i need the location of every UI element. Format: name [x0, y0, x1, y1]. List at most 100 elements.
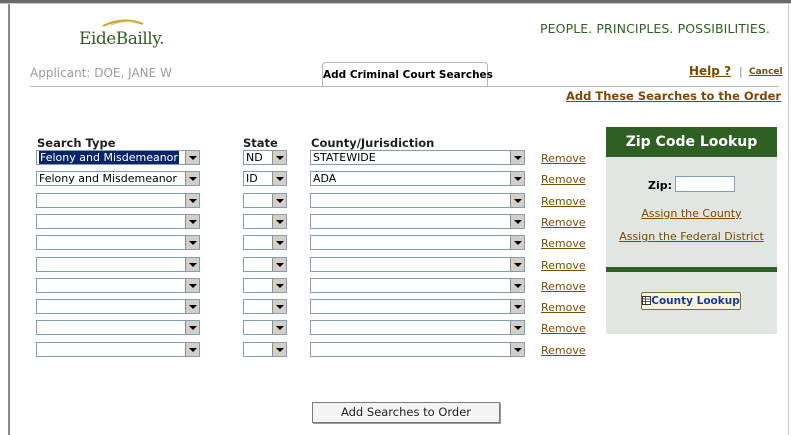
county-select[interactable]: ADA	[310, 171, 525, 187]
chevron-down-icon[interactable]	[510, 151, 524, 164]
search-type-select-value: Felony and Misdemeanor	[39, 172, 177, 186]
search-type-select[interactable]	[36, 299, 200, 315]
chevron-down-icon[interactable]	[185, 278, 199, 292]
chevron-down-icon[interactable]	[185, 214, 199, 228]
county-select[interactable]	[310, 213, 525, 229]
search-row: Remove	[0, 320, 600, 338]
county-select[interactable]	[310, 256, 525, 272]
grid-icon	[642, 296, 652, 305]
chevron-down-icon[interactable]	[185, 342, 199, 356]
remove-link[interactable]: Remove	[541, 237, 586, 250]
chevron-down-icon[interactable]	[185, 236, 199, 250]
chevron-down-icon[interactable]	[510, 172, 524, 186]
logo-swoosh-icon	[102, 19, 144, 27]
chevron-down-icon[interactable]	[272, 278, 286, 292]
chevron-down-icon[interactable]	[272, 193, 286, 207]
remove-link[interactable]: Remove	[541, 195, 586, 208]
state-select[interactable]	[243, 213, 287, 229]
county-select[interactable]	[310, 235, 525, 251]
chevron-down-icon[interactable]	[510, 342, 524, 356]
search-row: Remove	[0, 213, 600, 232]
search-row: Remove	[0, 256, 600, 275]
search-row: Felony and Misdemeanor ID ADA Remove	[0, 171, 600, 189]
search-row: Remove	[0, 341, 600, 360]
state-select[interactable]	[243, 192, 287, 208]
chevron-down-icon[interactable]	[272, 214, 286, 228]
chevron-down-icon[interactable]	[185, 193, 199, 207]
state-select[interactable]	[243, 235, 287, 251]
add-searches-to-order-link[interactable]: Add These Searches to the Order	[566, 89, 781, 103]
window-right-border	[788, 4, 789, 435]
search-type-select[interactable]	[36, 320, 200, 336]
column-header-county: County/Jurisdiction	[311, 136, 435, 150]
assign-county-link[interactable]: Assign the County	[606, 207, 777, 220]
search-type-select[interactable]	[36, 256, 200, 272]
chevron-down-icon[interactable]	[272, 257, 286, 271]
search-type-select[interactable]	[36, 235, 200, 251]
chevron-down-icon[interactable]	[510, 300, 524, 314]
column-header-state: State	[243, 136, 278, 150]
county-select[interactable]	[310, 341, 525, 357]
chevron-down-icon[interactable]	[185, 257, 199, 271]
chevron-down-icon[interactable]	[185, 321, 199, 335]
county-lookup-button[interactable]: County Lookup	[641, 292, 741, 310]
zip-input[interactable]	[675, 176, 735, 192]
chevron-down-icon[interactable]	[510, 257, 524, 271]
search-type-select[interactable]: Felony and Misdemeanor	[36, 150, 200, 165]
search-type-select[interactable]	[36, 192, 200, 208]
search-row: Remove	[0, 192, 600, 211]
search-type-select[interactable]	[36, 341, 200, 357]
search-type-select[interactable]	[36, 213, 200, 229]
state-select[interactable]	[243, 341, 287, 357]
state-select[interactable]	[243, 277, 287, 293]
remove-link[interactable]: Remove	[541, 173, 586, 186]
cancel-link[interactable]: Cancel	[749, 67, 783, 77]
county-lookup-label: County Lookup	[651, 295, 740, 307]
chevron-down-icon[interactable]	[272, 321, 286, 335]
county-select[interactable]	[310, 277, 525, 293]
link-separator: |	[739, 65, 743, 78]
state-select[interactable]	[243, 320, 287, 336]
county-select[interactable]	[310, 192, 525, 208]
county-select[interactable]	[310, 320, 525, 336]
chevron-down-icon[interactable]	[185, 151, 199, 164]
chevron-down-icon[interactable]	[510, 236, 524, 250]
chevron-down-icon[interactable]	[510, 214, 524, 228]
state-select[interactable]	[243, 299, 287, 315]
county-select[interactable]: STATEWIDE	[310, 150, 525, 165]
state-select[interactable]	[243, 256, 287, 272]
search-type-select-value: Felony and Misdemeanor	[39, 151, 179, 164]
remove-link[interactable]: Remove	[541, 301, 586, 314]
state-select-value: ND	[246, 151, 263, 164]
chevron-down-icon[interactable]	[272, 151, 286, 164]
county-select[interactable]	[310, 299, 525, 315]
company-logo: EideBailly.	[79, 18, 164, 54]
county-select-value: STATEWIDE	[313, 151, 376, 164]
chevron-down-icon[interactable]	[272, 342, 286, 356]
chevron-down-icon[interactable]	[185, 300, 199, 314]
chevron-down-icon[interactable]	[510, 321, 524, 335]
remove-link[interactable]: Remove	[541, 152, 586, 165]
state-select[interactable]: ND	[243, 150, 287, 165]
tab-add-criminal-court-searches[interactable]: Add Criminal Court Searches	[322, 62, 493, 87]
remove-link[interactable]: Remove	[541, 259, 586, 272]
search-row: Felony and Misdemeanor ND STATEWIDE Remove	[0, 150, 600, 168]
remove-link[interactable]: Remove	[541, 344, 586, 357]
chevron-down-icon[interactable]	[272, 236, 286, 250]
chevron-down-icon[interactable]	[185, 172, 199, 186]
search-type-select[interactable]: Felony and Misdemeanor	[36, 171, 200, 187]
assign-federal-district-link[interactable]: Assign the Federal District	[606, 230, 777, 243]
chevron-down-icon[interactable]	[510, 278, 524, 292]
state-select[interactable]: ID	[243, 171, 287, 187]
remove-link[interactable]: Remove	[541, 280, 586, 293]
chevron-down-icon[interactable]	[510, 193, 524, 207]
chevron-down-icon[interactable]	[272, 172, 286, 186]
window-top-border-light	[0, 3, 791, 4]
remove-link[interactable]: Remove	[541, 216, 586, 229]
remove-link[interactable]: Remove	[541, 322, 586, 335]
logo-text: EideBailly.	[79, 29, 164, 49]
search-type-select[interactable]	[36, 277, 200, 293]
chevron-down-icon[interactable]	[272, 300, 286, 314]
help-link[interactable]: Help ?	[689, 64, 731, 78]
add-searches-to-order-button[interactable]: Add Searches to Order	[312, 402, 500, 423]
